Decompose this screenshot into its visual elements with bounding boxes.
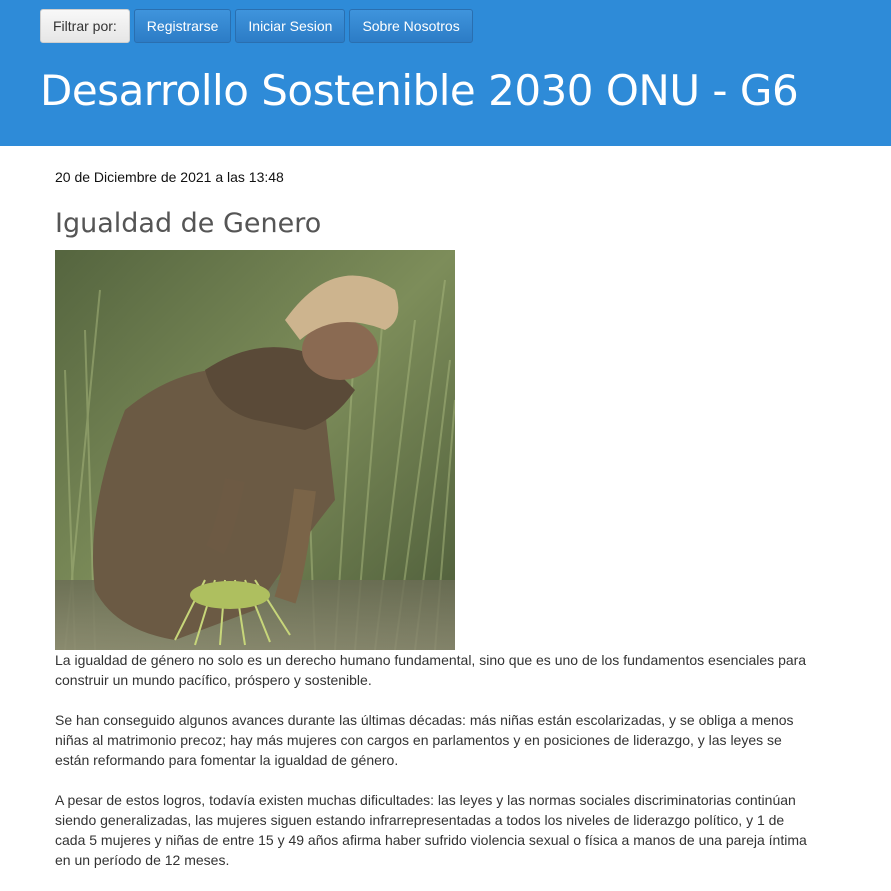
site-header: Filtrar por: Registrarse Iniciar Sesion … (0, 0, 891, 146)
about-us-button[interactable]: Sobre Nosotros (349, 9, 473, 43)
post-image (55, 250, 455, 650)
post-body: La igualdad de género no solo es un dere… (55, 650, 815, 890)
top-nav: Filtrar por: Registrarse Iniciar Sesion … (40, 9, 473, 43)
post-paragraph: Se han conseguido algunos avances durant… (55, 712, 794, 768)
filter-button[interactable]: Filtrar por: (40, 9, 130, 43)
login-button[interactable]: Iniciar Sesion (235, 9, 346, 43)
site-title: Desarrollo Sostenible 2030 ONU - G6 (40, 66, 799, 115)
register-button[interactable]: Registrarse (133, 9, 232, 43)
post-date: 20 de Diciembre de 2021 a las 13:48 (55, 169, 284, 185)
post-title: Igualdad de Genero (55, 208, 322, 239)
post-paragraph: La igualdad de género no solo es un dere… (55, 652, 807, 688)
post-paragraph: A pesar de estos logros, todavía existen… (55, 792, 807, 868)
